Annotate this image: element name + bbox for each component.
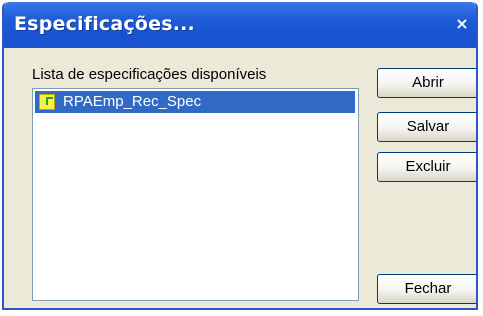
spec-file-icon <box>39 94 55 110</box>
close-button[interactable]: Fechar <box>377 274 476 304</box>
title-bar[interactable]: Especificações... × <box>4 2 476 48</box>
delete-button[interactable]: Excluir <box>377 152 476 182</box>
open-button[interactable]: Abrir <box>377 68 476 98</box>
list-item[interactable]: RPAEmp_Rec_Spec <box>35 91 355 113</box>
window-title: Especificações... <box>14 13 195 35</box>
specifications-list[interactable]: RPAEmp_Rec_Spec <box>32 88 359 301</box>
list-label: Lista de especificações disponíveis <box>32 66 267 83</box>
close-icon[interactable]: × <box>454 14 470 34</box>
list-item-label: RPAEmp_Rec_Spec <box>63 93 202 110</box>
specifications-dialog: Especificações... × Lista de especificaç… <box>2 2 478 310</box>
save-button[interactable]: Salvar <box>377 112 476 142</box>
